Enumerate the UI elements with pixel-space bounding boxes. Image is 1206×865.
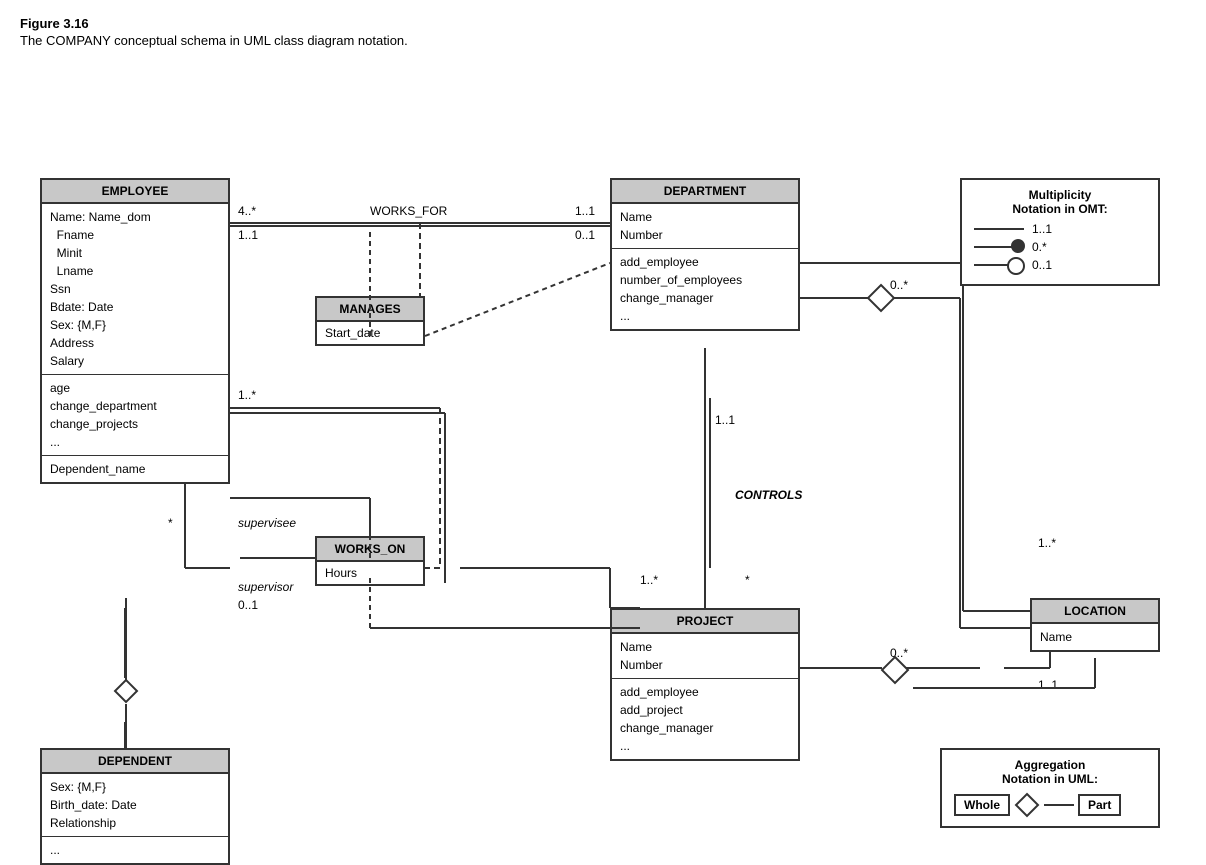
wf-left-mult: 4..* — [238, 204, 256, 218]
manages-body: Start_date — [317, 322, 423, 344]
supervise-top-mult: 1..* — [238, 388, 256, 402]
department-attributes: Name Number — [612, 204, 798, 249]
agg-title: Aggregation Notation in UML: — [954, 758, 1146, 786]
notation-row-3: 0..1 — [974, 258, 1146, 272]
project-class: PROJECT Name Number add_employee add_pro… — [610, 608, 800, 761]
supervise-bottom-mult: 0..1 — [238, 598, 258, 612]
diagram-area: EMPLOYEE Name: Name_dom Fname Minit Lnam… — [20, 68, 1180, 848]
controls-label: CONTROLS — [735, 488, 802, 502]
department-header: DEPARTMENT — [612, 180, 798, 204]
employee-attributes: Name: Name_dom Fname Minit Lname Ssn Bda… — [42, 204, 228, 375]
manages-box: MANAGES Start_date — [315, 296, 425, 346]
notation-row-1: 1..1 — [974, 222, 1146, 236]
project-attributes: Name Number — [612, 634, 798, 679]
whole-label: Whole — [954, 794, 1010, 816]
supervise-star-mult: * — [168, 516, 173, 530]
controls-proj-mult: 1..* — [640, 573, 658, 587]
proj-location-diamond — [880, 655, 910, 685]
employee-header: EMPLOYEE — [42, 180, 228, 204]
works-on-box: WORKS_ON Hours — [315, 536, 425, 586]
notation-label-3: 0..1 — [1032, 258, 1052, 272]
wf-right-mult: 1..1 — [575, 204, 595, 218]
manages-header: MANAGES — [317, 298, 423, 322]
project-methods: add_employee add_project change_manager … — [612, 679, 798, 759]
supervisor-label: supervisor — [238, 580, 293, 594]
notation-line-circle — [974, 264, 1024, 266]
aggregation-diamond-icon — [1014, 792, 1040, 818]
location-header: LOCATION — [1032, 600, 1158, 624]
notation-line-1 — [974, 228, 1024, 230]
notation-label-1: 1..1 — [1032, 222, 1052, 236]
dependent-class: DEPENDENT Sex: {M,F} Birth_date: Date Re… — [40, 748, 230, 865]
employee-dependent: Dependent_name — [42, 456, 228, 482]
works-on-body: Hours — [317, 562, 423, 584]
supervisee-label: supervisee — [238, 516, 296, 530]
employee-class: EMPLOYEE Name: Name_dom Fname Minit Lnam… — [40, 178, 230, 484]
dept-location-diamond — [866, 283, 896, 313]
works-for-label: WORKS_FOR — [370, 204, 447, 218]
location-class: LOCATION Name — [1030, 598, 1160, 652]
employee-dependent-diamond — [113, 678, 139, 704]
multiplicity-notation-box: Multiplicity Notation in OMT: 1..1 0.* 0… — [960, 178, 1160, 286]
controls-star-mult: * — [745, 573, 750, 587]
agg-row: Whole Part — [954, 792, 1146, 818]
manages-left-mult: 1..1 — [238, 228, 258, 242]
department-methods: add_employee number_of_employees change_… — [612, 249, 798, 329]
project-header: PROJECT — [612, 610, 798, 634]
aggregation-notation-box: Aggregation Notation in UML: Whole Part — [940, 748, 1160, 828]
controls-dept-mult: 1..1 — [715, 413, 735, 427]
dependent-attributes: Sex: {M,F} Birth_date: Date Relationship — [42, 774, 228, 837]
loc-dept-mult: 1..* — [1038, 536, 1056, 550]
notation-row-2: 0.* — [974, 240, 1146, 254]
department-class: DEPARTMENT Name Number add_employee numb… — [610, 178, 800, 331]
notation-line-dot — [974, 246, 1024, 248]
part-label: Part — [1078, 794, 1121, 816]
location-attributes: Name — [1032, 624, 1158, 650]
figure-caption: The COMPANY conceptual schema in UML cla… — [20, 33, 1186, 48]
agg-line — [1044, 804, 1074, 806]
manages-right-mult: 0..1 — [575, 228, 595, 242]
dependent-header: DEPENDENT — [42, 750, 228, 774]
notation-title: Multiplicity Notation in OMT: — [974, 188, 1146, 216]
employee-methods: age change_department change_projects ..… — [42, 375, 228, 456]
works-on-header: WORKS_ON — [317, 538, 423, 562]
dependent-methods: ... — [42, 837, 228, 863]
figure-title: Figure 3.16 — [20, 16, 1186, 31]
loc-bottom-mult: 1..1 — [1038, 678, 1058, 692]
notation-label-2: 0.* — [1032, 240, 1047, 254]
